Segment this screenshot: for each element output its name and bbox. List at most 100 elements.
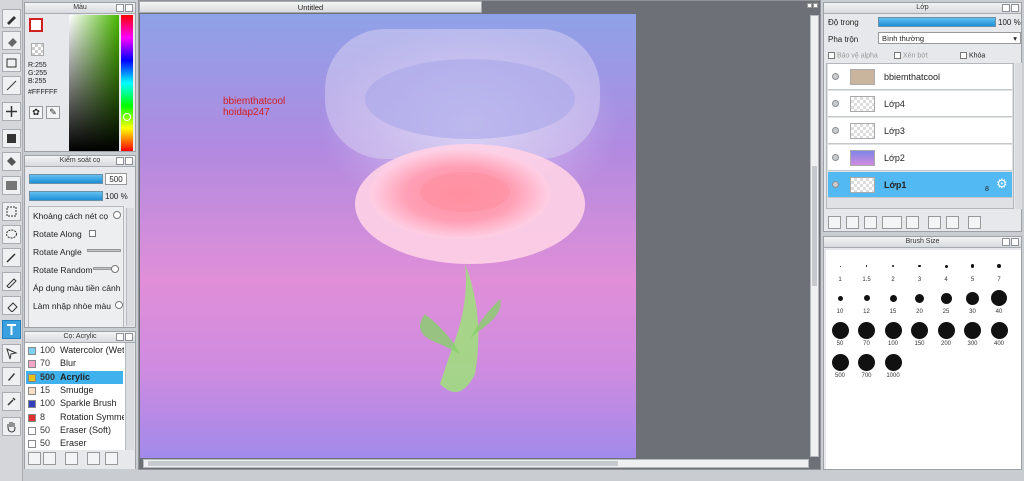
- brush-size-value[interactable]: 500: [105, 173, 127, 185]
- brush-item[interactable]: 50 Eraser: [26, 437, 123, 450]
- layer-row[interactable]: Lớp1 8 ⚙: [828, 172, 1012, 198]
- brush-duplicate-icon[interactable]: [87, 452, 100, 465]
- select-rect-icon[interactable]: [2, 202, 21, 221]
- brush-size-option[interactable]: [908, 254, 932, 278]
- brush-new-icon[interactable]: [65, 452, 78, 465]
- brush-size-option[interactable]: [961, 286, 985, 310]
- horizontal-scrollbar[interactable]: [143, 459, 809, 468]
- protect-alpha-checkbox[interactable]: [828, 52, 835, 59]
- eye-icon[interactable]: [832, 127, 839, 134]
- foreground-color-swatch[interactable]: [29, 18, 43, 32]
- brush-size-option[interactable]: [881, 286, 905, 310]
- panel-close-icon[interactable]: [125, 157, 133, 165]
- brush-item[interactable]: 8 Rotation Symmetry: [26, 411, 124, 424]
- new-folder-icon[interactable]: [906, 216, 919, 229]
- lasso-icon[interactable]: [2, 225, 21, 244]
- hand-icon[interactable]: [2, 417, 21, 436]
- brush-item[interactable]: 70 Blur: [26, 357, 123, 370]
- brush-size-option[interactable]: [908, 318, 932, 342]
- fill-rect-icon[interactable]: [2, 129, 21, 148]
- panel-close-icon[interactable]: [1011, 4, 1019, 12]
- brush-icon[interactable]: [2, 9, 21, 28]
- canvas-tab-title[interactable]: Untitled: [139, 1, 482, 13]
- new-layer-1bit-icon[interactable]: [864, 216, 877, 229]
- layer-row[interactable]: Lớp2: [828, 145, 1012, 171]
- panel-close-icon[interactable]: [125, 4, 133, 12]
- rotate-random-knob[interactable]: [111, 265, 119, 273]
- blend-mode-select[interactable]: Bình thường ▾: [878, 32, 1021, 44]
- brush-size-option[interactable]: [987, 318, 1011, 342]
- scrollbar[interactable]: [126, 208, 134, 326]
- panel-restore-icon[interactable]: [1002, 4, 1010, 12]
- transparent-color-swatch[interactable]: [31, 43, 44, 56]
- brush-size-option[interactable]: [934, 318, 958, 342]
- brush-item[interactable]: 100 Sparkle Brush: [26, 397, 123, 410]
- blend-colors-knob[interactable]: [115, 301, 123, 309]
- window-restore-icon[interactable]: [807, 3, 812, 8]
- brush-size-option[interactable]: [828, 254, 852, 278]
- gear-icon[interactable]: ⚙: [996, 176, 1008, 192]
- panel-restore-icon[interactable]: [116, 333, 124, 341]
- palette-icon[interactable]: ✿: [29, 106, 43, 119]
- duplicate-layer-icon[interactable]: [928, 216, 941, 229]
- scrollbar[interactable]: [1015, 63, 1022, 209]
- spacing-knob[interactable]: [113, 211, 121, 219]
- eye-icon[interactable]: [832, 181, 839, 188]
- brush-item[interactable]: 15 Smudge: [26, 384, 123, 397]
- layer-row[interactable]: bbiemthatcool: [828, 64, 1012, 90]
- eraser-icon[interactable]: [2, 31, 21, 50]
- brush-size-option[interactable]: [855, 254, 879, 278]
- brush-folder-icon[interactable]: [105, 452, 118, 465]
- brush-size-option[interactable]: [828, 350, 852, 374]
- rectangle-icon[interactable]: [2, 53, 21, 72]
- gradient-icon[interactable]: [2, 176, 21, 195]
- brush-size-option[interactable]: [961, 318, 985, 342]
- panel-restore-icon[interactable]: [116, 157, 124, 165]
- line-icon[interactable]: [2, 76, 21, 95]
- brush-item[interactable]: 100 Watercolor (Wet): [26, 344, 124, 357]
- scrollbar[interactable]: [125, 343, 134, 450]
- brush-item[interactable]: 50 Eraser (Soft): [26, 424, 123, 437]
- brush-size-option[interactable]: [881, 350, 905, 374]
- brush-size-option[interactable]: [881, 254, 905, 278]
- clipping-checkbox[interactable]: [894, 52, 901, 59]
- select-eraser-icon[interactable]: [2, 296, 21, 315]
- new-layer-8bit-icon[interactable]: [846, 216, 859, 229]
- eye-icon[interactable]: [832, 100, 839, 107]
- lock-checkbox[interactable]: [960, 52, 967, 59]
- vertical-scrollbar[interactable]: [810, 15, 819, 457]
- brush-item[interactable]: 500 Acrylic: [26, 370, 123, 384]
- rotate-angle-slider[interactable]: [87, 249, 121, 252]
- eye-icon[interactable]: [832, 154, 839, 161]
- panel-close-icon[interactable]: [1011, 238, 1019, 246]
- hue-slider[interactable]: [121, 15, 133, 151]
- brush-size-option[interactable]: [934, 254, 958, 278]
- panel-close-icon[interactable]: [125, 333, 133, 341]
- eye-icon[interactable]: [832, 73, 839, 80]
- hue-slider-knob[interactable]: [123, 113, 131, 121]
- brush-dropdown-icon[interactable]: [43, 452, 56, 465]
- brush-settings-icon[interactable]: [28, 452, 41, 465]
- window-close-icon[interactable]: [813, 3, 818, 8]
- saturation-value-picker[interactable]: [69, 15, 119, 151]
- brush-size-bar[interactable]: [29, 174, 103, 184]
- brush-size-option[interactable]: [855, 318, 879, 342]
- color-add-icon[interactable]: ✎: [46, 106, 60, 119]
- magic-wand-icon[interactable]: [2, 248, 21, 267]
- new-layer-icon[interactable]: [828, 216, 841, 229]
- brush-size-option[interactable]: [987, 286, 1011, 310]
- drawing-canvas[interactable]: bbiemthatcool hoidap247: [140, 14, 636, 458]
- brush-size-option[interactable]: [987, 254, 1011, 278]
- add-layer-menu-icon[interactable]: [882, 216, 902, 229]
- brush-size-option[interactable]: [881, 318, 905, 342]
- brush-size-option[interactable]: [961, 254, 985, 278]
- select-pen-icon[interactable]: [2, 272, 21, 291]
- bucket-icon[interactable]: [2, 152, 21, 171]
- rotate-along-checkbox[interactable]: [89, 230, 96, 237]
- eyedropper-icon[interactable]: [2, 392, 21, 411]
- panel-restore-icon[interactable]: [1002, 238, 1010, 246]
- brush-size-option[interactable]: [855, 286, 879, 310]
- panel-restore-icon[interactable]: [116, 4, 124, 12]
- text-icon[interactable]: [2, 320, 21, 339]
- layer-row[interactable]: Lớp4: [828, 91, 1012, 117]
